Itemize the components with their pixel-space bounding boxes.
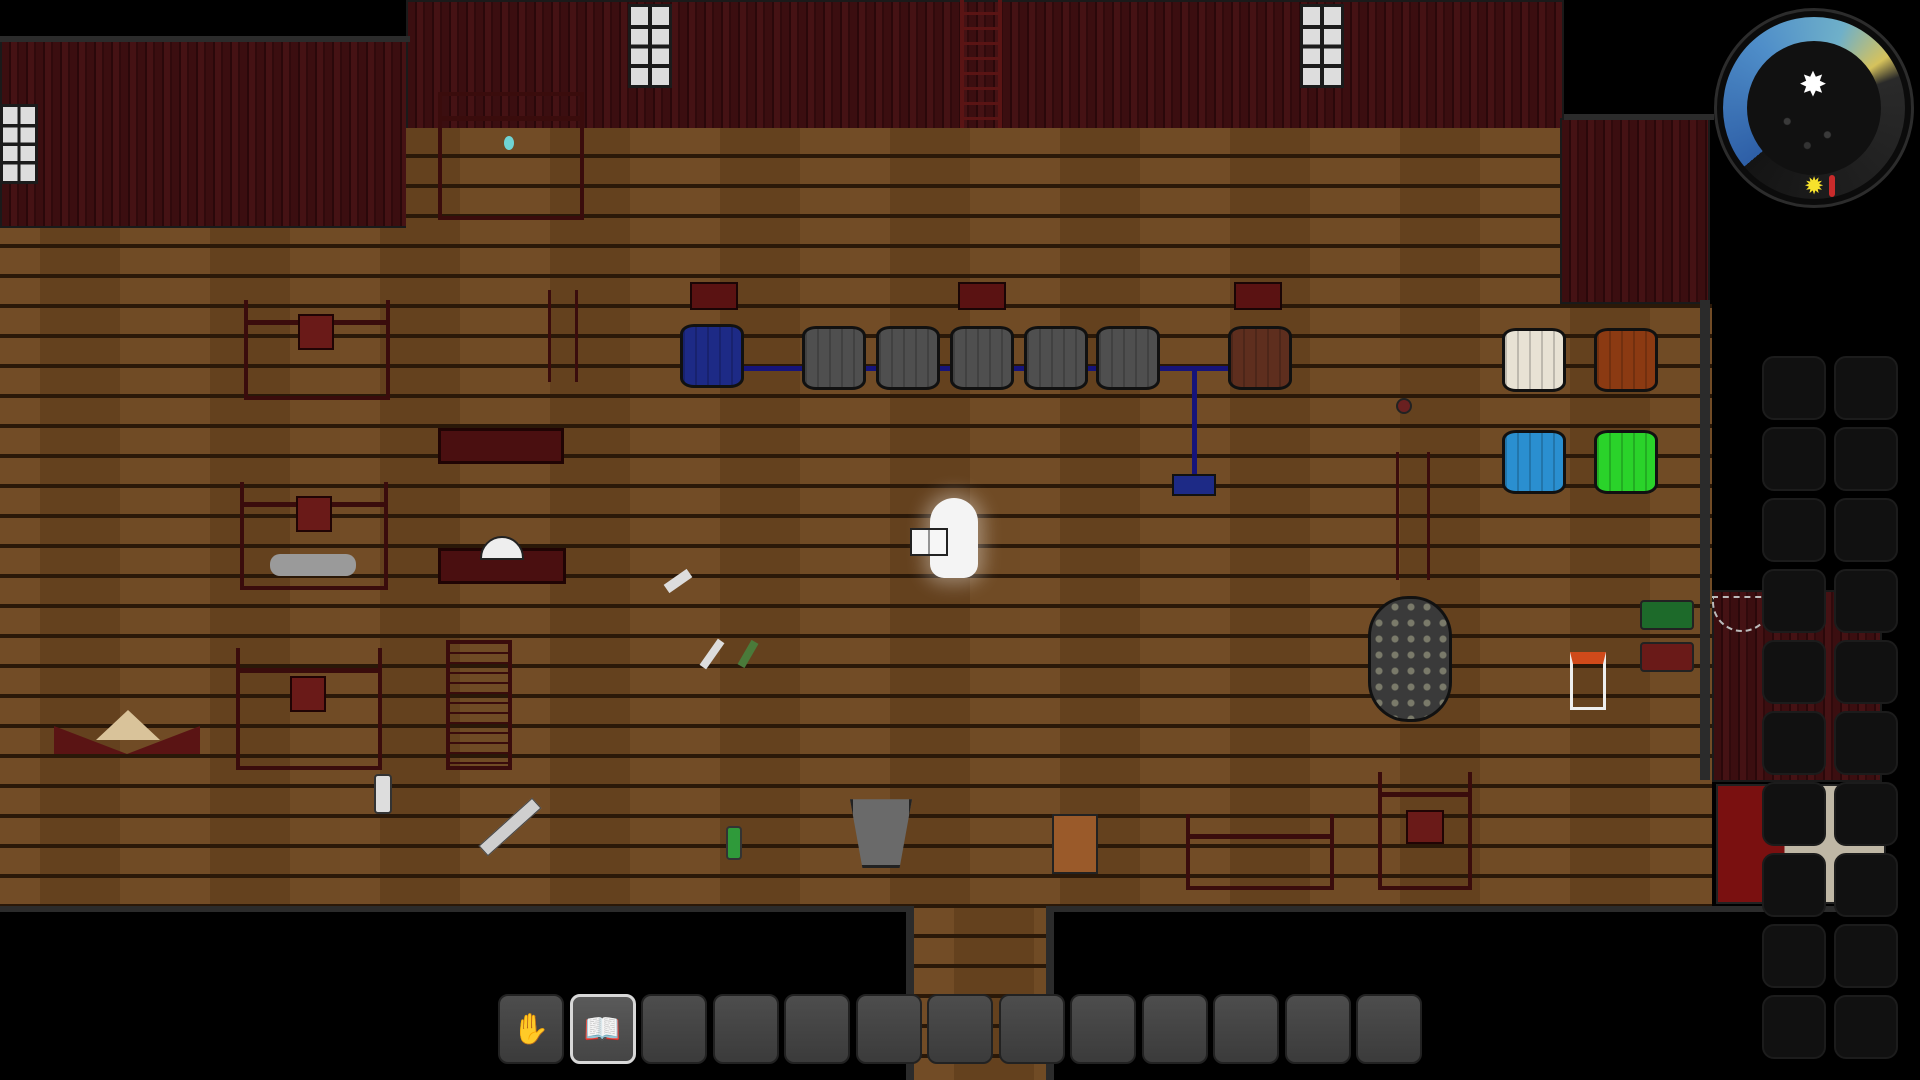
hotbar-slot-2[interactable]: 📖 [569, 994, 636, 1064]
brazier-icon[interactable] [1570, 652, 1606, 710]
held-book-icon [910, 528, 948, 556]
side-slot-2-2[interactable] [1834, 427, 1898, 491]
barrel-orange[interactable] [1594, 328, 1658, 392]
barrel-cyan[interactable] [1502, 430, 1566, 494]
side-slot-2-1[interactable] [1762, 427, 1826, 491]
loom-frame[interactable] [438, 92, 584, 220]
potion-icon[interactable] [726, 826, 742, 860]
barrel-output[interactable] [1228, 326, 1292, 390]
barrel-1[interactable] [802, 326, 866, 390]
ladder[interactable] [960, 0, 1002, 136]
side-slot-9-1[interactable] [1762, 924, 1826, 988]
hotbar-slot-7[interactable] [927, 994, 993, 1064]
shelf-bottom-crate [1406, 810, 1444, 844]
lamp-post[interactable] [548, 290, 578, 382]
side-slot-4-1[interactable] [1762, 569, 1826, 633]
side-slot-1-2[interactable] [1834, 356, 1898, 420]
barrel-white[interactable] [1502, 328, 1566, 392]
hand-icon: ✋ [512, 1011, 550, 1047]
side-slot-9-2[interactable] [1834, 924, 1898, 988]
day-night-clock: ✸ ✹ [1714, 8, 1914, 208]
chest-red[interactable] [1640, 642, 1694, 672]
sign-tools [958, 282, 1006, 310]
drying-rack[interactable] [446, 640, 512, 770]
side-slot-3-2[interactable] [1834, 498, 1898, 562]
barrel-3[interactable] [950, 326, 1014, 390]
shelf-3-crate [290, 676, 326, 712]
sign-generator [690, 282, 738, 310]
paper-bag-icon[interactable] [1052, 814, 1098, 874]
game-world[interactable] [0, 0, 1920, 1080]
hotbar-slot-8[interactable] [998, 994, 1065, 1064]
floor-edge [0, 906, 914, 912]
shelf-2-crate [296, 496, 332, 532]
button-icon[interactable] [1396, 398, 1412, 414]
hotbar-slot-10[interactable] [1141, 994, 1208, 1064]
wall-cap-left [0, 36, 410, 42]
lamp-post-2[interactable] [1396, 452, 1430, 580]
side-slot-8-1[interactable] [1762, 853, 1826, 917]
stones-pile [270, 554, 356, 576]
rock-pile[interactable] [1368, 596, 1452, 722]
window-back-left [628, 4, 672, 88]
hotbar-slot-5[interactable] [784, 994, 850, 1064]
hotbar-slot-9[interactable] [1070, 994, 1136, 1064]
barrel-4[interactable] [1024, 326, 1088, 390]
side-slot-10-1[interactable] [1762, 995, 1826, 1059]
clock-face [1747, 41, 1881, 175]
sign-output [1234, 282, 1282, 310]
side-slot-7-2[interactable] [1834, 782, 1898, 846]
hotbar-slot-13[interactable] [1356, 994, 1422, 1064]
wall-right-edge [1700, 300, 1710, 780]
hotbar-slot-11[interactable] [1213, 994, 1279, 1064]
book-icon: 📖 [583, 1011, 622, 1047]
shelf-1-crate [298, 314, 334, 350]
hotbar-slot-1[interactable]: ✋ [498, 994, 564, 1064]
wall-left-upper [0, 40, 410, 228]
glow-orb-icon [504, 136, 514, 150]
hotbar-slot-3[interactable] [641, 994, 707, 1064]
hotbar-slot-6[interactable] [855, 994, 922, 1064]
workbench-1[interactable] [438, 428, 564, 464]
barrel-green[interactable] [1594, 430, 1658, 494]
barrel-5[interactable] [1096, 326, 1160, 390]
side-slot-10-2[interactable] [1834, 995, 1898, 1059]
side-slot-1-1[interactable] [1762, 356, 1826, 420]
pump-pedestal[interactable] [1172, 474, 1216, 496]
side-slot-5-1[interactable] [1762, 640, 1826, 704]
hotbar-slot-12[interactable] [1284, 994, 1351, 1064]
chest-green[interactable] [1640, 600, 1694, 630]
thermometer-icon [1829, 175, 1835, 197]
wall-right-upper [1560, 118, 1710, 304]
moon-icon: ✸ [1798, 65, 1828, 105]
side-slot-8-2[interactable] [1834, 853, 1898, 917]
side-slot-7-1[interactable] [1762, 782, 1826, 846]
window-left [0, 104, 38, 184]
side-slot-6-1[interactable] [1762, 711, 1826, 775]
barrel-2[interactable] [876, 326, 940, 390]
side-slot-5-2[interactable] [1834, 640, 1898, 704]
side-slot-3-1[interactable] [1762, 498, 1826, 562]
window-back-right [1300, 4, 1344, 88]
pipe-drop [1192, 370, 1197, 480]
barrel-generator[interactable] [680, 324, 744, 388]
wall-cap-right [1564, 114, 1714, 120]
side-slot-6-2[interactable] [1834, 711, 1898, 775]
hotbar-slot-4[interactable] [712, 994, 779, 1064]
side-slot-4-2[interactable] [1834, 569, 1898, 633]
sun-icon: ✹ [1803, 172, 1825, 200]
shelf-bottom-1[interactable] [1186, 814, 1334, 890]
jar-icon[interactable] [374, 774, 392, 814]
